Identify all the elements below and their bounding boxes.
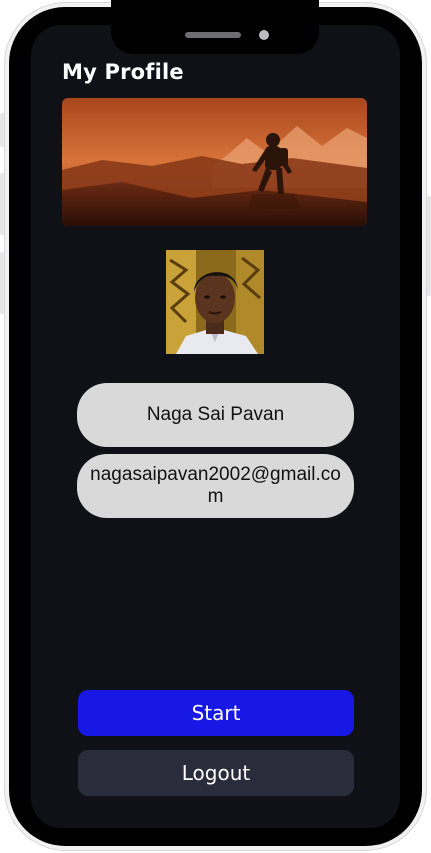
front-camera [259, 30, 269, 40]
profile-email: nagasaipavan2002@gmail.com [77, 454, 354, 518]
astronaut-desert-illustration [62, 98, 367, 226]
phone-notch [111, 0, 319, 54]
start-button[interactable]: Start [78, 690, 354, 736]
profile-banner-image [62, 98, 367, 226]
logout-button[interactable]: Logout [78, 750, 354, 796]
avatar [166, 250, 264, 354]
profile-name: Naga Sai Pavan [77, 383, 354, 447]
speaker-grille [185, 32, 241, 38]
device-frame: My Profile Naga Sai Pavan nagasaipavan20… [0, 0, 431, 853]
page-title: My Profile [62, 60, 184, 84]
user-photo-illustration [166, 250, 264, 354]
